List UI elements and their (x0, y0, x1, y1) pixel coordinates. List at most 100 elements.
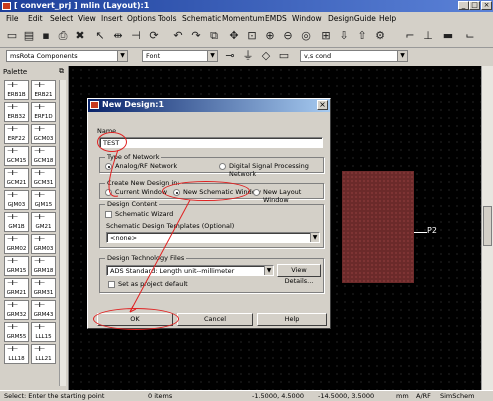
dialog-titlebar: New Design:1 × (88, 99, 330, 112)
tech-group-title: Design Technology Files (105, 254, 187, 262)
shape-icon[interactable]: ◇ (258, 48, 274, 64)
palette-item[interactable]: ⊣⊢ GRM55 (4, 322, 29, 342)
radio-dsp[interactable] (219, 163, 226, 170)
pointer-icon[interactable]: ↖ (92, 28, 108, 44)
palette-item[interactable]: ⊣⊢ LLL15 (31, 322, 56, 342)
palette-item[interactable]: ⊣⊢ GCM15 (4, 146, 29, 166)
palette-item[interactable]: ⊣⊢ GRM18 (31, 256, 56, 276)
rotate-icon[interactable]: ⟳ (146, 28, 162, 44)
zoom-area-icon[interactable]: ⊡ (244, 28, 260, 44)
tech-dropdown[interactable]: ADS Standard: Length unit--millimeter ▼ (106, 265, 274, 276)
scrollbar-thumb[interactable] (483, 206, 492, 246)
palette-item[interactable]: ⊣⊢ ERB21 (31, 80, 56, 100)
help-button[interactable]: Help (257, 313, 327, 326)
design-content-group: Design Content Schematic Wizard Schemati… (99, 200, 324, 248)
radio-current-window[interactable] (105, 189, 112, 196)
menu-select[interactable]: Select (50, 14, 73, 23)
delete-icon[interactable]: ✖ (72, 28, 88, 44)
simulate-icon[interactable]: ⚙ (372, 28, 388, 44)
new-icon[interactable]: ▭ (4, 28, 20, 44)
palette-close-icon[interactable]: ⧉ (59, 67, 64, 76)
close-button[interactable]: × (481, 1, 492, 10)
menu-options[interactable]: Options (127, 14, 156, 23)
redo-icon[interactable]: ↷ (188, 28, 204, 44)
layout-component[interactable] (342, 171, 414, 283)
schematic-wizard-checkbox[interactable] (105, 211, 112, 218)
set-default-checkbox[interactable] (108, 281, 115, 288)
zoom-fit-icon[interactable]: ◎ (298, 28, 314, 44)
radio-new-layout-window[interactable] (253, 189, 260, 196)
minimize-button[interactable]: _ (458, 1, 469, 10)
pop-icon[interactable]: ⇧ (354, 28, 370, 44)
palette-item[interactable]: ⊣⊢ ERB1B (4, 80, 29, 100)
zoom-in-icon[interactable]: ⊕ (262, 28, 278, 44)
palette-item[interactable]: ⊣⊢ GM1B (4, 212, 29, 232)
palette-item[interactable]: ⊣⊢ GCM31 (31, 168, 56, 188)
palette-item[interactable]: ⊣⊢ LLL21 (31, 344, 56, 364)
copy-icon[interactable]: ⧉ (206, 28, 222, 44)
component-icon[interactable]: ⊸ (222, 48, 238, 64)
palette-item[interactable]: ⊣⊢ GCM03 (31, 124, 56, 144)
undo-icon[interactable]: ↶ (170, 28, 186, 44)
wire-icon[interactable]: ⌐ (402, 28, 418, 44)
palette-item[interactable]: ⊣⊢ GJM15 (31, 190, 56, 210)
palette-item[interactable]: ⊣⊢ GCM21 (4, 168, 29, 188)
save-icon[interactable]: ▪ (38, 28, 54, 44)
zoom-out-icon[interactable]: ⊖ (280, 28, 296, 44)
font-combo[interactable]: Font ▼ (142, 50, 218, 62)
move-icon[interactable]: ✥ (226, 28, 242, 44)
layer-combo[interactable]: v,s cond ▼ (300, 50, 408, 62)
trace-icon[interactable]: ⌙ (462, 28, 478, 44)
status-bar: Select: Enter the starting point 0 items… (0, 390, 493, 401)
palette-item[interactable]: ⊣⊢ GRM32 (4, 300, 29, 320)
new-design-dialog: New Design:1 × Name TEST Type of Network… (87, 98, 331, 330)
push-icon[interactable]: ⇩ (336, 28, 352, 44)
palette-item[interactable]: ⊣⊢ ERF1D (31, 102, 56, 122)
palette-item[interactable]: ⊣⊢ GCM18 (31, 146, 56, 166)
menu-view[interactable]: View (78, 14, 96, 23)
menu-designguide[interactable]: DesignGuide (328, 14, 376, 23)
view-details-button[interactable]: View Details... (277, 264, 321, 285)
component-palette: Palette ⧉ ⊣⊢ ERB1B ⊣⊢ ERB21 ⊣⊢ ERB32 ⊣⊢ ERF1… (0, 66, 69, 390)
palette-item[interactable]: ⊣⊢ ERF22 (4, 124, 29, 144)
library-combo[interactable]: msRota Components ▼ (6, 50, 128, 62)
open-icon[interactable]: ▤ (21, 28, 37, 44)
align-icon[interactable]: ⊣ (128, 28, 144, 44)
templates-dropdown[interactable]: <none> ▼ (106, 232, 320, 243)
palette-item[interactable]: ⊣⊢ GRM03 (31, 234, 56, 254)
menu-emds[interactable]: EMDS (265, 14, 287, 23)
palette-item[interactable]: ⊣⊢ LLL18 (4, 344, 29, 364)
palette-item[interactable]: ⊣⊢ ERB32 (4, 102, 29, 122)
menu-insert[interactable]: Insert (101, 14, 123, 23)
menu-tools[interactable]: Tools (158, 14, 176, 23)
port-label[interactable]: P2 (427, 226, 437, 235)
menu-edit[interactable]: Edit (28, 14, 43, 23)
mirror-icon[interactable]: ⇹ (110, 28, 126, 44)
grid-icon[interactable]: ⊞ (318, 28, 334, 44)
palette-item[interactable]: ⊣⊢ GRM02 (4, 234, 29, 254)
menu-file[interactable]: File (6, 14, 19, 23)
dialog-close-button[interactable]: × (317, 100, 328, 110)
ground-icon[interactable]: ⏚ (240, 48, 256, 64)
menu-momentum[interactable]: Momentum (222, 14, 265, 23)
radio-analog-rf[interactable] (105, 163, 112, 170)
vertical-scrollbar[interactable] (481, 66, 493, 390)
palette-item[interactable]: ⊣⊢ GJM03 (4, 190, 29, 210)
palette-item[interactable]: ⊣⊢ GRM21 (4, 278, 29, 298)
name-input[interactable]: TEST (99, 137, 323, 148)
menu-schematic[interactable]: Schematic (182, 14, 221, 23)
maximize-button[interactable]: □ (469, 1, 480, 10)
palette-scrollbar[interactable] (59, 80, 66, 386)
snap-icon[interactable]: ⊥ (420, 28, 436, 44)
palette-item[interactable]: ⊣⊢ GRM43 (31, 300, 56, 320)
menu-help[interactable]: Help (379, 14, 396, 23)
shape2-icon[interactable]: ▭ (276, 48, 292, 64)
menu-window[interactable]: Window (292, 14, 322, 23)
palette-item[interactable]: ⊣⊢ GRM31 (31, 278, 56, 298)
palette-item[interactable]: ⊣⊢ GRM15 (4, 256, 29, 276)
palette-item[interactable]: ⊣⊢ GM21 (31, 212, 56, 232)
port-icon[interactable]: ▬ (440, 28, 456, 44)
cancel-button[interactable]: Cancel (177, 313, 253, 326)
templates-label: Schematic Design Templates (Optional) (106, 222, 235, 230)
print-icon[interactable]: ⎙ (55, 28, 71, 44)
